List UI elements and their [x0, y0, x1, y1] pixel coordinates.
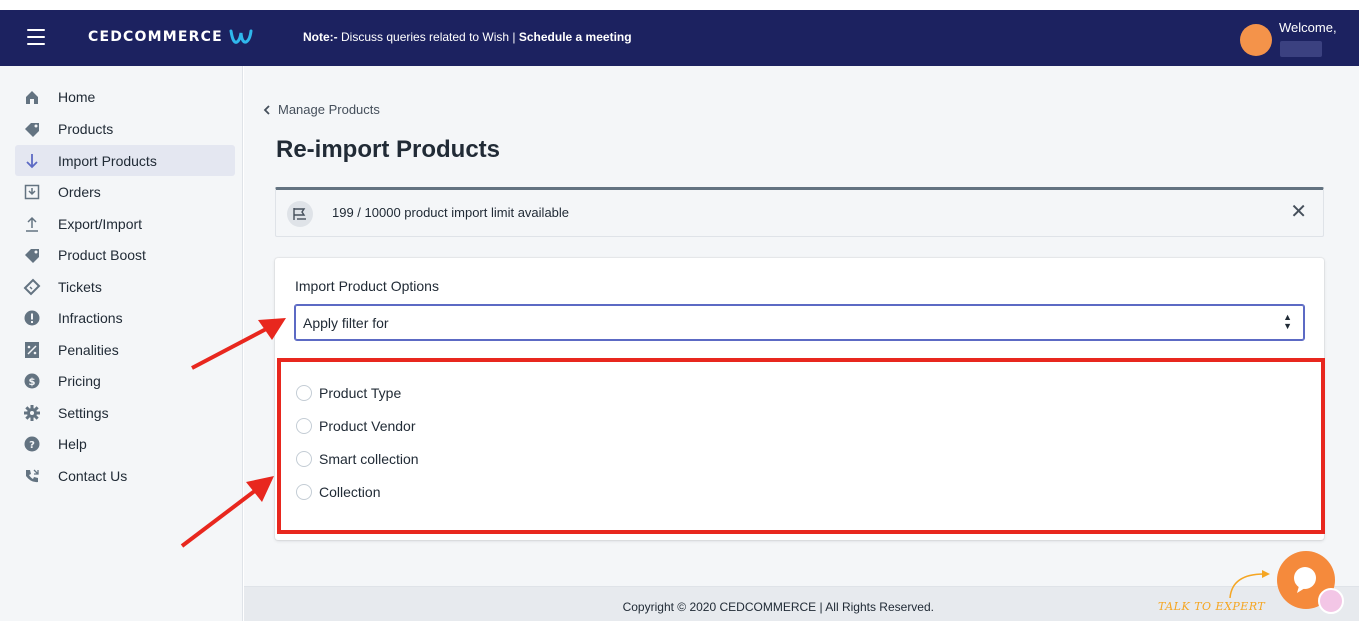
- sidebar-item-products[interactable]: Products: [15, 113, 235, 144]
- sidebar-item-orders[interactable]: Orders: [15, 176, 235, 207]
- annotation-highlight-box: [277, 358, 1325, 534]
- dollar-icon: $: [23, 372, 41, 390]
- sidebar-item-label: Contact Us: [58, 467, 128, 484]
- sidebar-item-label: Tickets: [58, 278, 102, 295]
- phone-icon: [23, 467, 41, 485]
- sidebar-item-help[interactable]: ? Help: [15, 428, 235, 459]
- import-options-label: Import Product Options: [295, 278, 439, 294]
- breadcrumb-label: Manage Products: [278, 102, 380, 117]
- sidebar-item-label: Settings: [58, 404, 109, 421]
- copyright-text: Copyright © 2020 CEDCOMMERCE | All Right…: [622, 600, 934, 614]
- note-text: Discuss queries related to Wish |: [337, 30, 519, 44]
- close-icon[interactable]: ✕: [1290, 200, 1307, 224]
- chat-agent-avatar[interactable]: [1318, 588, 1344, 614]
- sidebar-item-label: Export/Import: [58, 215, 143, 232]
- avatar[interactable]: [1240, 24, 1272, 56]
- curved-arrow-icon: [1229, 570, 1270, 599]
- page-title: Re-import Products: [276, 136, 501, 163]
- alert-icon: [23, 309, 41, 327]
- sidebar-item-label: Home: [58, 88, 96, 105]
- wish-logo-icon: [229, 29, 253, 44]
- welcome-text: Welcome,: [1279, 20, 1337, 35]
- hamburger-menu-icon[interactable]: [27, 29, 45, 45]
- sidebar-item-label: Help: [58, 435, 87, 452]
- ticket-icon: [23, 278, 41, 296]
- question-icon: ?: [23, 435, 41, 453]
- select-value: Apply filter for: [303, 315, 389, 331]
- gear-icon: [23, 404, 41, 422]
- percent-icon: [23, 341, 41, 359]
- sidebar-item-label: Pricing: [58, 372, 101, 389]
- top-bar: CEDCOMMERCE Note:- Discuss queries relat…: [0, 10, 1359, 66]
- sidebar-item-home[interactable]: Home: [15, 81, 235, 112]
- filter-select[interactable]: Apply filter for ▲ ▼: [294, 304, 1305, 341]
- sidebar-item-label: Infractions: [58, 309, 123, 326]
- main-content: Manage Products Re-import Products 199 /…: [244, 66, 1359, 621]
- svg-text:?: ?: [29, 440, 35, 451]
- import-limit-banner: 199 / 10000 product import limit availab…: [275, 187, 1324, 237]
- sidebar-item-tickets[interactable]: Tickets: [15, 271, 235, 302]
- select-arrows-icon: ▲ ▼: [1283, 312, 1292, 331]
- flag-icon: [287, 201, 313, 227]
- talk-to-expert-label: TALK TO EXPERT: [1158, 600, 1266, 613]
- breadcrumb[interactable]: Manage Products: [262, 102, 380, 117]
- logo-text: CEDCOMMERCE: [88, 29, 223, 45]
- sidebar-item-label: Product Boost: [58, 246, 146, 263]
- username-redacted: [1280, 41, 1322, 57]
- sidebar-item-label: Penalities: [58, 341, 119, 358]
- sidebar-item-product-boost[interactable]: Product Boost: [15, 239, 235, 270]
- sidebar-item-label: Import Products: [58, 152, 157, 169]
- home-icon: [23, 88, 41, 106]
- arrow-down-icon: [23, 152, 41, 170]
- sidebar-item-label: Products: [58, 120, 114, 137]
- schedule-meeting-link[interactable]: Schedule a meeting: [519, 30, 632, 44]
- sidebar-item-settings[interactable]: Settings: [15, 397, 235, 428]
- sidebar-item-label: Orders: [58, 183, 101, 200]
- upload-icon: [23, 215, 41, 233]
- tag-icon: [23, 120, 41, 138]
- note-prefix: Note:-: [303, 30, 338, 44]
- annotation-arrow-icon: [180, 476, 274, 548]
- header-note: Note:- Discuss queries related to Wish |…: [303, 30, 632, 44]
- logo[interactable]: CEDCOMMERCE: [88, 28, 255, 46]
- svg-text:$: $: [29, 377, 36, 388]
- sidebar-item-import-products[interactable]: Import Products: [15, 145, 235, 176]
- chevron-left-icon: [263, 104, 270, 115]
- sidebar-item-export-import[interactable]: Export/Import: [15, 208, 235, 239]
- tag-icon: [23, 246, 41, 264]
- annotation-arrow-icon: [191, 318, 286, 370]
- inbox-download-icon: [23, 183, 41, 201]
- banner-text: 199 / 10000 product import limit availab…: [332, 205, 570, 220]
